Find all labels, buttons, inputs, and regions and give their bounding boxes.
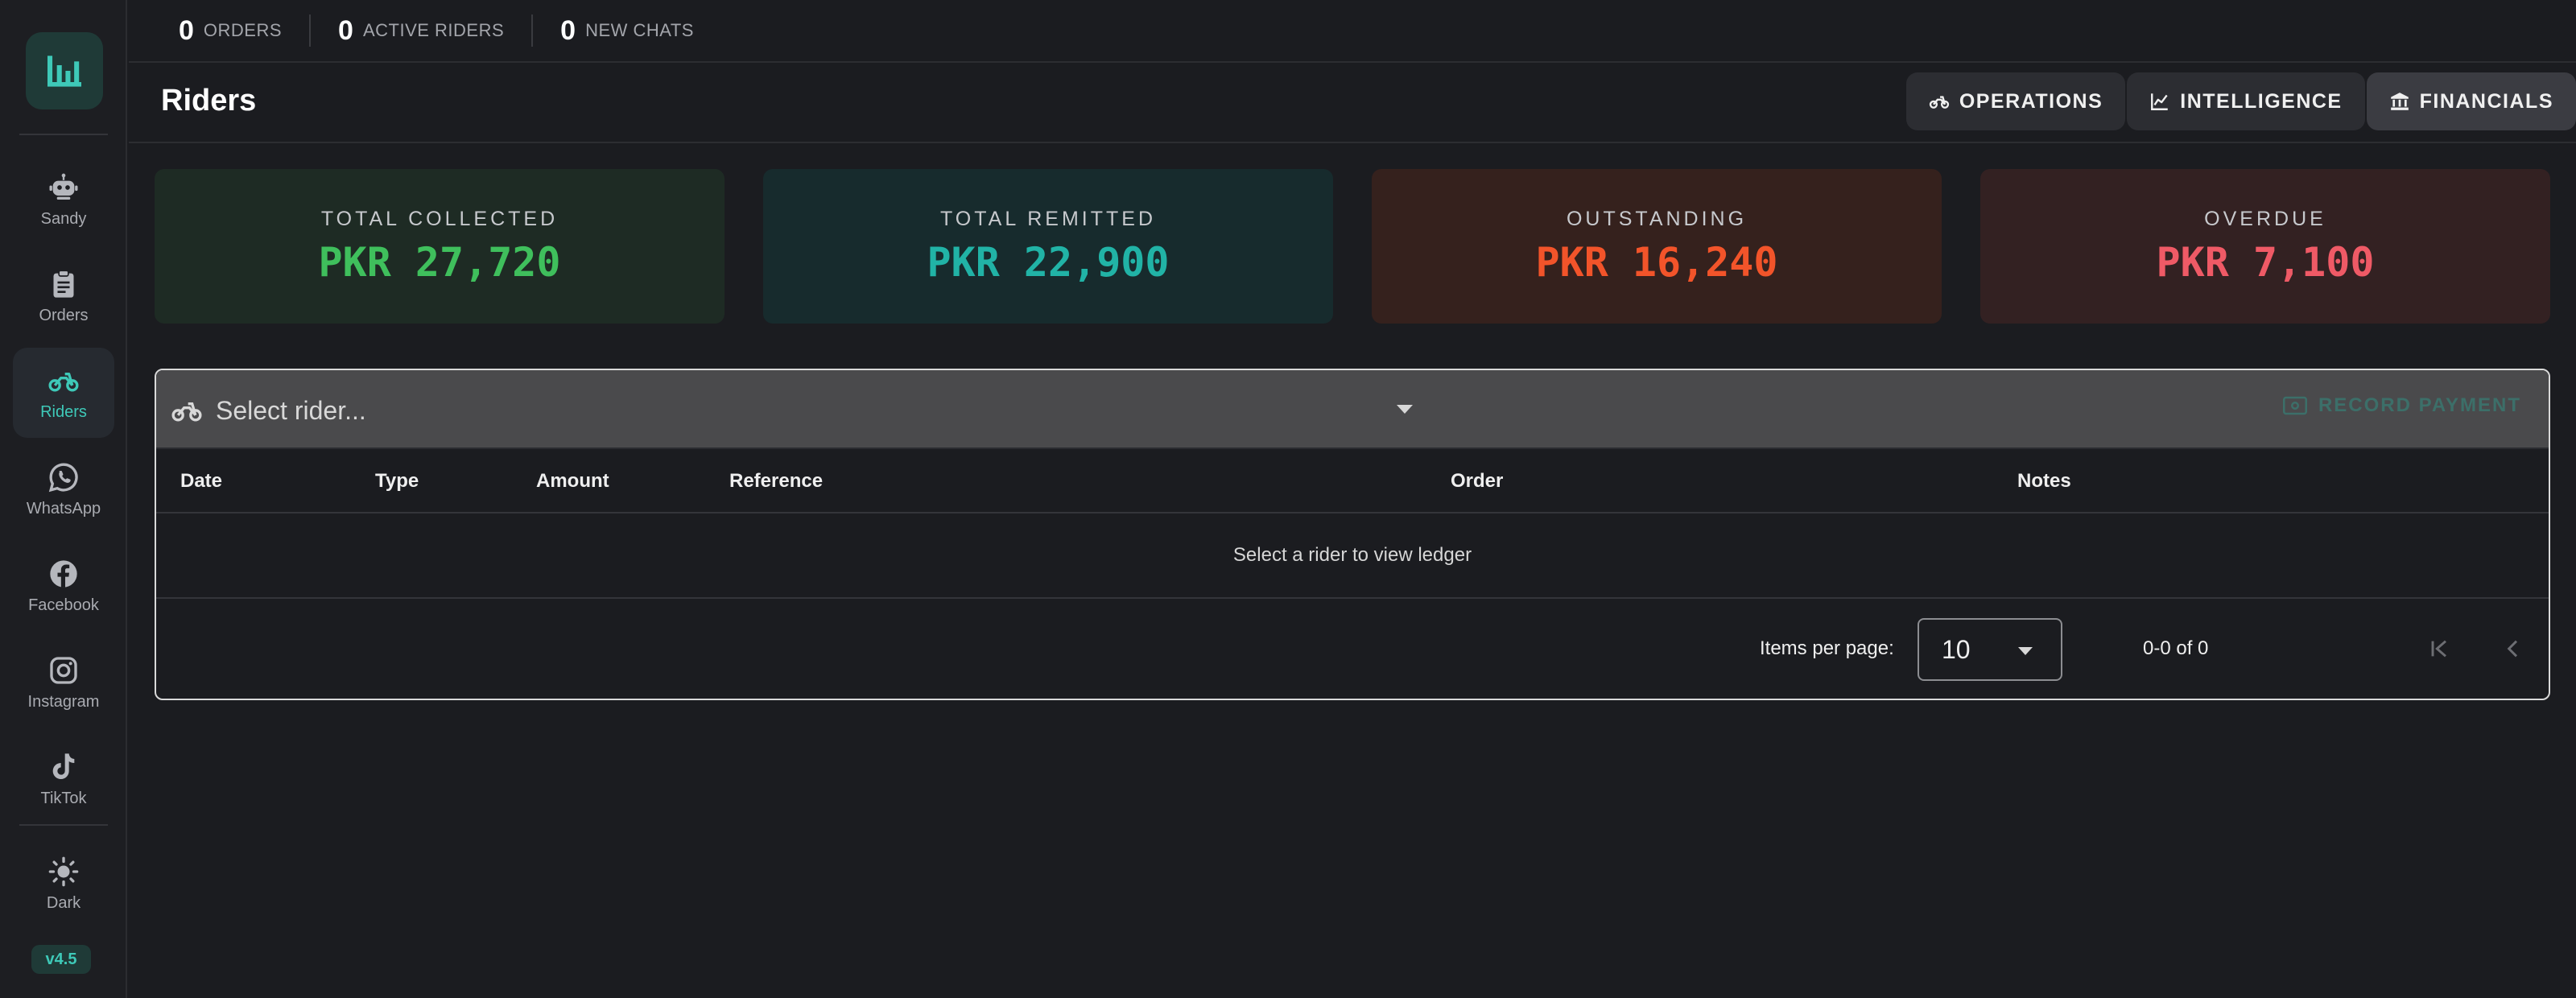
- tab-intelligence[interactable]: INTELLIGENCE: [2127, 72, 2365, 130]
- card-title: OUTSTANDING: [1566, 207, 1748, 230]
- app-logo[interactable]: [26, 32, 103, 109]
- column-header-amount[interactable]: Amount: [536, 470, 609, 493]
- sidebar-item-whatsapp[interactable]: WhatsApp: [13, 444, 114, 534]
- rider-select[interactable]: Select rider...: [171, 386, 1426, 435]
- record-payment-label: RECORD PAYMENT: [2318, 394, 2521, 416]
- card-value: PKR 27,720: [318, 238, 561, 286]
- stat-new-chats[interactable]: 0 NEW CHATS: [531, 14, 721, 47]
- sun-icon: [48, 856, 79, 886]
- sidebar: Sandy Orders Riders WhatsApp Facebook In…: [0, 0, 127, 998]
- stat-label: ORDERS: [203, 20, 283, 40]
- card-title: TOTAL REMITTED: [939, 207, 1157, 230]
- stats-bar: 0 ORDERS 0 ACTIVE RIDERS 0 NEW CHATS: [129, 0, 2576, 63]
- motorbike-icon: [48, 372, 79, 391]
- theme-toggle-label: Dark: [46, 893, 81, 912]
- chevron-left-icon: [2507, 640, 2518, 658]
- sidebar-item-label: Instagram: [27, 692, 100, 711]
- sidebar-item-tiktok[interactable]: TikTok: [13, 734, 114, 824]
- sidebar-item-facebook[interactable]: Facebook: [13, 541, 114, 631]
- motorbike-icon: [171, 402, 202, 422]
- card-outstanding: OUTSTANDING PKR 16,240: [1372, 169, 1942, 324]
- column-header-order[interactable]: Order: [1451, 470, 1503, 493]
- cash-icon: [2282, 396, 2307, 415]
- sidebar-divider: [19, 824, 108, 826]
- stat-value: 0: [338, 14, 353, 46]
- bank-icon: [2390, 93, 2409, 110]
- table-paginator: Items per page: 10 0-0 of 0: [156, 600, 2549, 699]
- card-total-remitted: TOTAL REMITTED PKR 22,900: [763, 169, 1333, 324]
- line-chart-icon: [2151, 93, 2169, 110]
- stat-orders[interactable]: 0 ORDERS: [179, 14, 309, 47]
- rider-select-placeholder: Select rider...: [216, 395, 366, 425]
- first-page-button[interactable]: [2421, 631, 2457, 666]
- motorbike-icon: [1929, 96, 1949, 109]
- card-title: TOTAL COLLECTED: [320, 207, 559, 230]
- stat-active-riders[interactable]: 0 ACTIVE RIDERS: [309, 14, 531, 47]
- instagram-icon: [50, 656, 77, 684]
- sidebar-divider: [19, 134, 108, 135]
- card-value: PKR 22,900: [927, 238, 1170, 286]
- record-payment-button[interactable]: RECORD PAYMENT: [2282, 394, 2521, 417]
- bar-chart-icon: [47, 56, 81, 87]
- sidebar-item-sandy[interactable]: Sandy: [13, 155, 114, 245]
- caret-down-icon: [2018, 647, 2033, 655]
- facebook-icon: [50, 559, 77, 588]
- rider-ledger-panel: Select rider... RECORD PAYMENT Date Type…: [155, 369, 2550, 700]
- card-value: PKR 7,100: [2156, 238, 2375, 286]
- ledger-empty-message: Select a rider to view ledger: [156, 513, 2549, 599]
- items-per-page-select[interactable]: 10: [1918, 618, 2062, 681]
- section-tabs: OPERATIONS INTELLIGENCE FINANCIALS: [1905, 72, 2576, 130]
- version-badge: v4.5: [31, 945, 91, 974]
- sidebar-item-label: Sandy: [40, 209, 87, 228]
- tab-financials[interactable]: FINANCIALS: [2366, 72, 2576, 130]
- stat-label: ACTIVE RIDERS: [362, 20, 505, 40]
- card-overdue: OVERDUE PKR 7,100: [1980, 169, 2550, 324]
- tiktok-icon: [52, 753, 75, 779]
- tab-label: OPERATIONS: [1959, 89, 2103, 113]
- page-header: Riders OPERATIONS INTELLIGENCE FINANCIAL…: [129, 64, 2576, 143]
- clipboard-icon: [53, 270, 74, 298]
- stat-value: 0: [560, 14, 576, 46]
- tab-label: FINANCIALS: [2419, 89, 2553, 113]
- card-title: OVERDUE: [2204, 207, 2326, 230]
- caret-down-icon: [1397, 405, 1413, 414]
- sidebar-item-label: Riders: [40, 402, 87, 421]
- stat-label: NEW CHATS: [585, 20, 694, 40]
- sidebar-item-label: Facebook: [28, 596, 99, 614]
- sidebar-item-label: WhatsApp: [26, 499, 101, 518]
- column-header-type[interactable]: Type: [375, 470, 419, 493]
- items-per-page-label: Items per page:: [1760, 637, 1894, 659]
- column-header-reference[interactable]: Reference: [729, 470, 823, 493]
- ledger-toolbar: Select rider... RECORD PAYMENT: [156, 370, 2549, 449]
- tab-label: INTELLIGENCE: [2180, 89, 2343, 113]
- tab-operations[interactable]: OPERATIONS: [1905, 72, 2126, 130]
- theme-toggle[interactable]: Dark: [13, 839, 114, 929]
- whatsapp-icon: [48, 462, 78, 492]
- column-header-date[interactable]: Date: [180, 470, 222, 493]
- first-page-icon: [2431, 640, 2446, 658]
- sidebar-item-label: Orders: [39, 306, 89, 324]
- page-title: Riders: [161, 84, 257, 118]
- previous-page-button[interactable]: [2496, 631, 2531, 666]
- column-header-notes[interactable]: Notes: [2017, 470, 2071, 493]
- ledger-table-header: Date Type Amount Reference Order Notes: [156, 449, 2549, 513]
- card-total-collected: TOTAL COLLECTED PKR 27,720: [155, 169, 724, 324]
- sidebar-item-label: TikTok: [40, 789, 87, 807]
- sidebar-item-riders[interactable]: Riders: [13, 348, 114, 438]
- items-per-page-value: 10: [1942, 634, 1971, 664]
- stat-value: 0: [179, 14, 194, 46]
- robot-icon: [49, 173, 78, 200]
- sidebar-item-instagram[interactable]: Instagram: [13, 637, 114, 728]
- card-value: PKR 16,240: [1535, 238, 1778, 286]
- page-range-label: 0-0 of 0: [2143, 637, 2209, 659]
- sidebar-item-orders[interactable]: Orders: [13, 251, 114, 341]
